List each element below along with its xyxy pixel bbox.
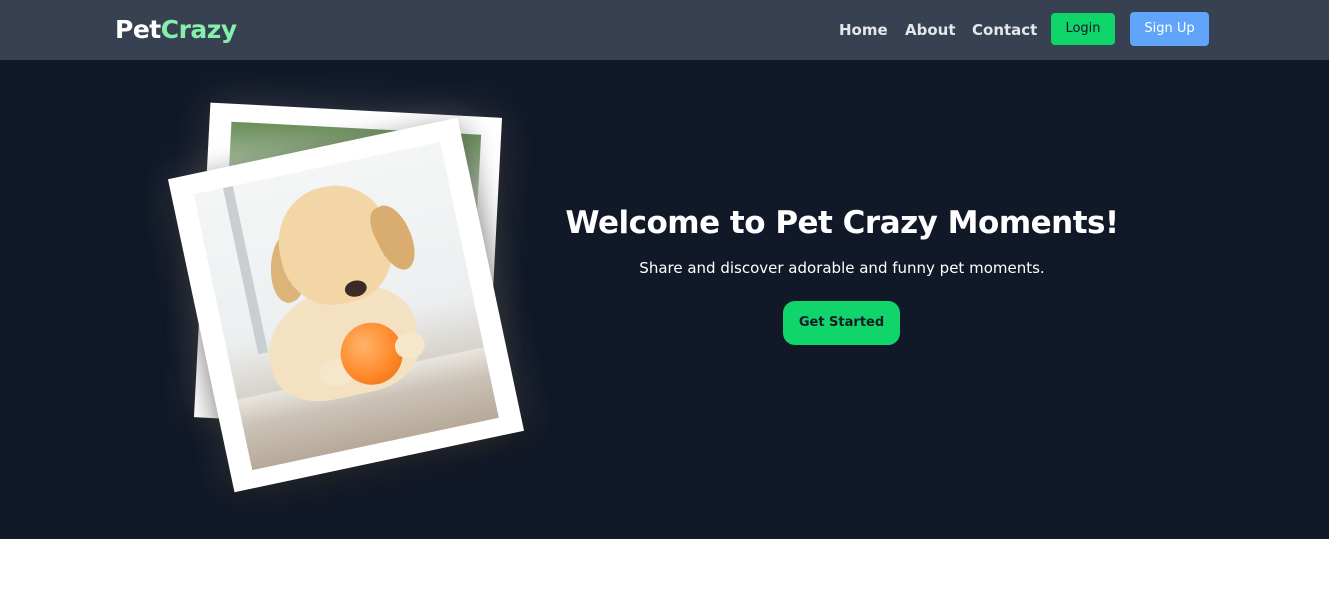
get-started-button[interactable]: Get Started bbox=[783, 301, 900, 345]
logo-pet: Pet bbox=[115, 15, 161, 44]
logo[interactable]: PetCrazy bbox=[115, 14, 237, 46]
navbar: PetCrazy Home About Contact Login Sign U… bbox=[0, 0, 1329, 60]
login-button[interactable]: Login bbox=[1051, 13, 1115, 45]
logo-crazy: Crazy bbox=[160, 15, 237, 44]
nav-link-home[interactable]: Home bbox=[839, 20, 888, 40]
window-frame bbox=[222, 185, 269, 355]
puppy-photo bbox=[193, 141, 499, 471]
nav-link-about[interactable]: About bbox=[905, 20, 956, 40]
signup-button[interactable]: Sign Up bbox=[1130, 12, 1209, 46]
nav-link-contact[interactable]: Contact bbox=[972, 20, 1037, 40]
hero-title: Welcome to Pet Crazy Moments! bbox=[565, 205, 1119, 241]
hero-subtitle: Share and discover adorable and funny pe… bbox=[639, 259, 1045, 277]
hero-section: Welcome to Pet Crazy Moments! Share and … bbox=[0, 60, 1329, 539]
